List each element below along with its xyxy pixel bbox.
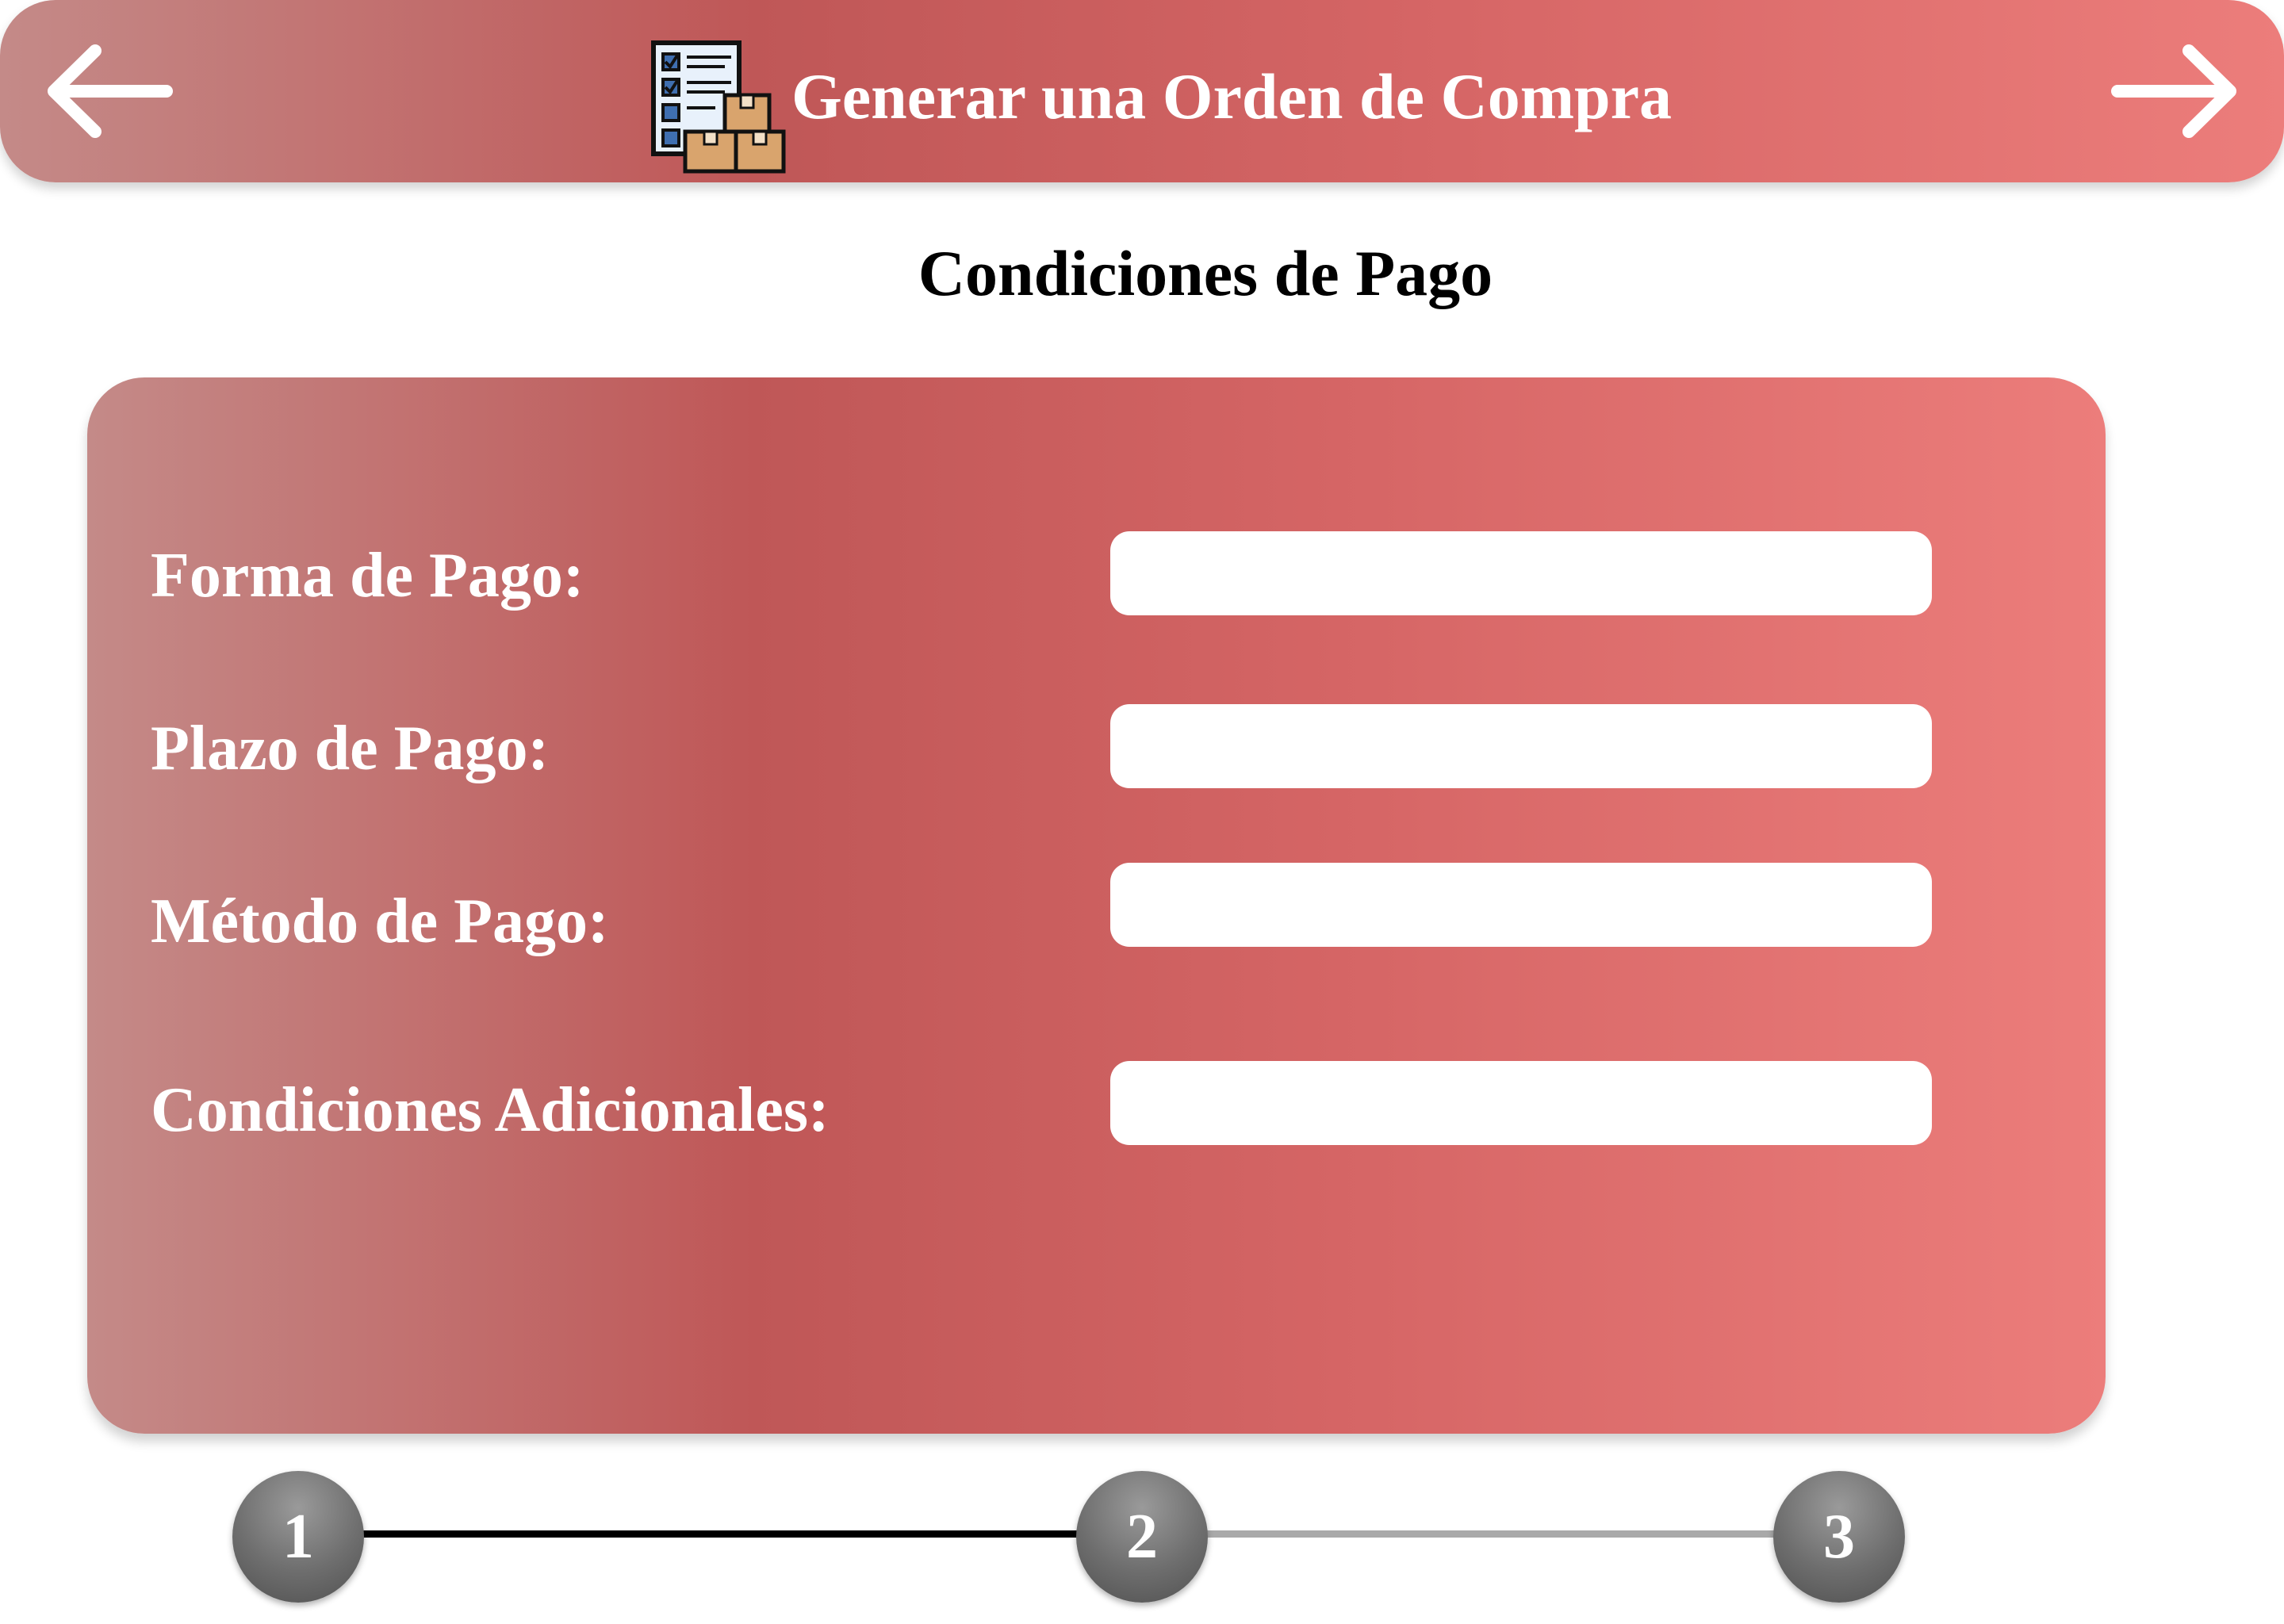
- arrow-left-icon: [48, 44, 173, 138]
- progress-line-pending: [1142, 1530, 1840, 1538]
- header-bar: Generar una Orden de Compra: [0, 0, 2284, 182]
- arrow-right-icon: [2111, 44, 2236, 138]
- purchase-order-checklist-boxes-icon: [651, 40, 786, 174]
- progress-line-completed: [357, 1530, 1086, 1538]
- payment-method-input[interactable]: [1110, 863, 1932, 947]
- payment-term-input[interactable]: [1110, 704, 1932, 788]
- back-button[interactable]: [32, 32, 182, 151]
- page-title: Generar una Orden de Compra: [791, 60, 1673, 132]
- next-button[interactable]: [2102, 32, 2252, 151]
- step-2[interactable]: 2: [1076, 1471, 1208, 1603]
- payment-method-label: Método de Pago:: [151, 887, 609, 956]
- payment-conditions-form: Forma de Pago: Plazo de Pago: Método de …: [87, 377, 2106, 1434]
- additional-conditions-label: Condiciones Adicionales:: [151, 1075, 830, 1145]
- payment-form-label: Forma de Pago:: [151, 541, 584, 611]
- step-3[interactable]: 3: [1773, 1471, 1905, 1603]
- step-1[interactable]: 1: [232, 1471, 364, 1603]
- purchase-order-page: Generar una Orden de Compra Condiciones …: [0, 0, 2284, 1624]
- section-title: Condiciones de Pago: [918, 237, 1493, 309]
- payment-term-label: Plazo de Pago:: [151, 714, 550, 783]
- payment-form-input[interactable]: [1110, 531, 1932, 615]
- additional-conditions-input[interactable]: [1110, 1061, 1932, 1145]
